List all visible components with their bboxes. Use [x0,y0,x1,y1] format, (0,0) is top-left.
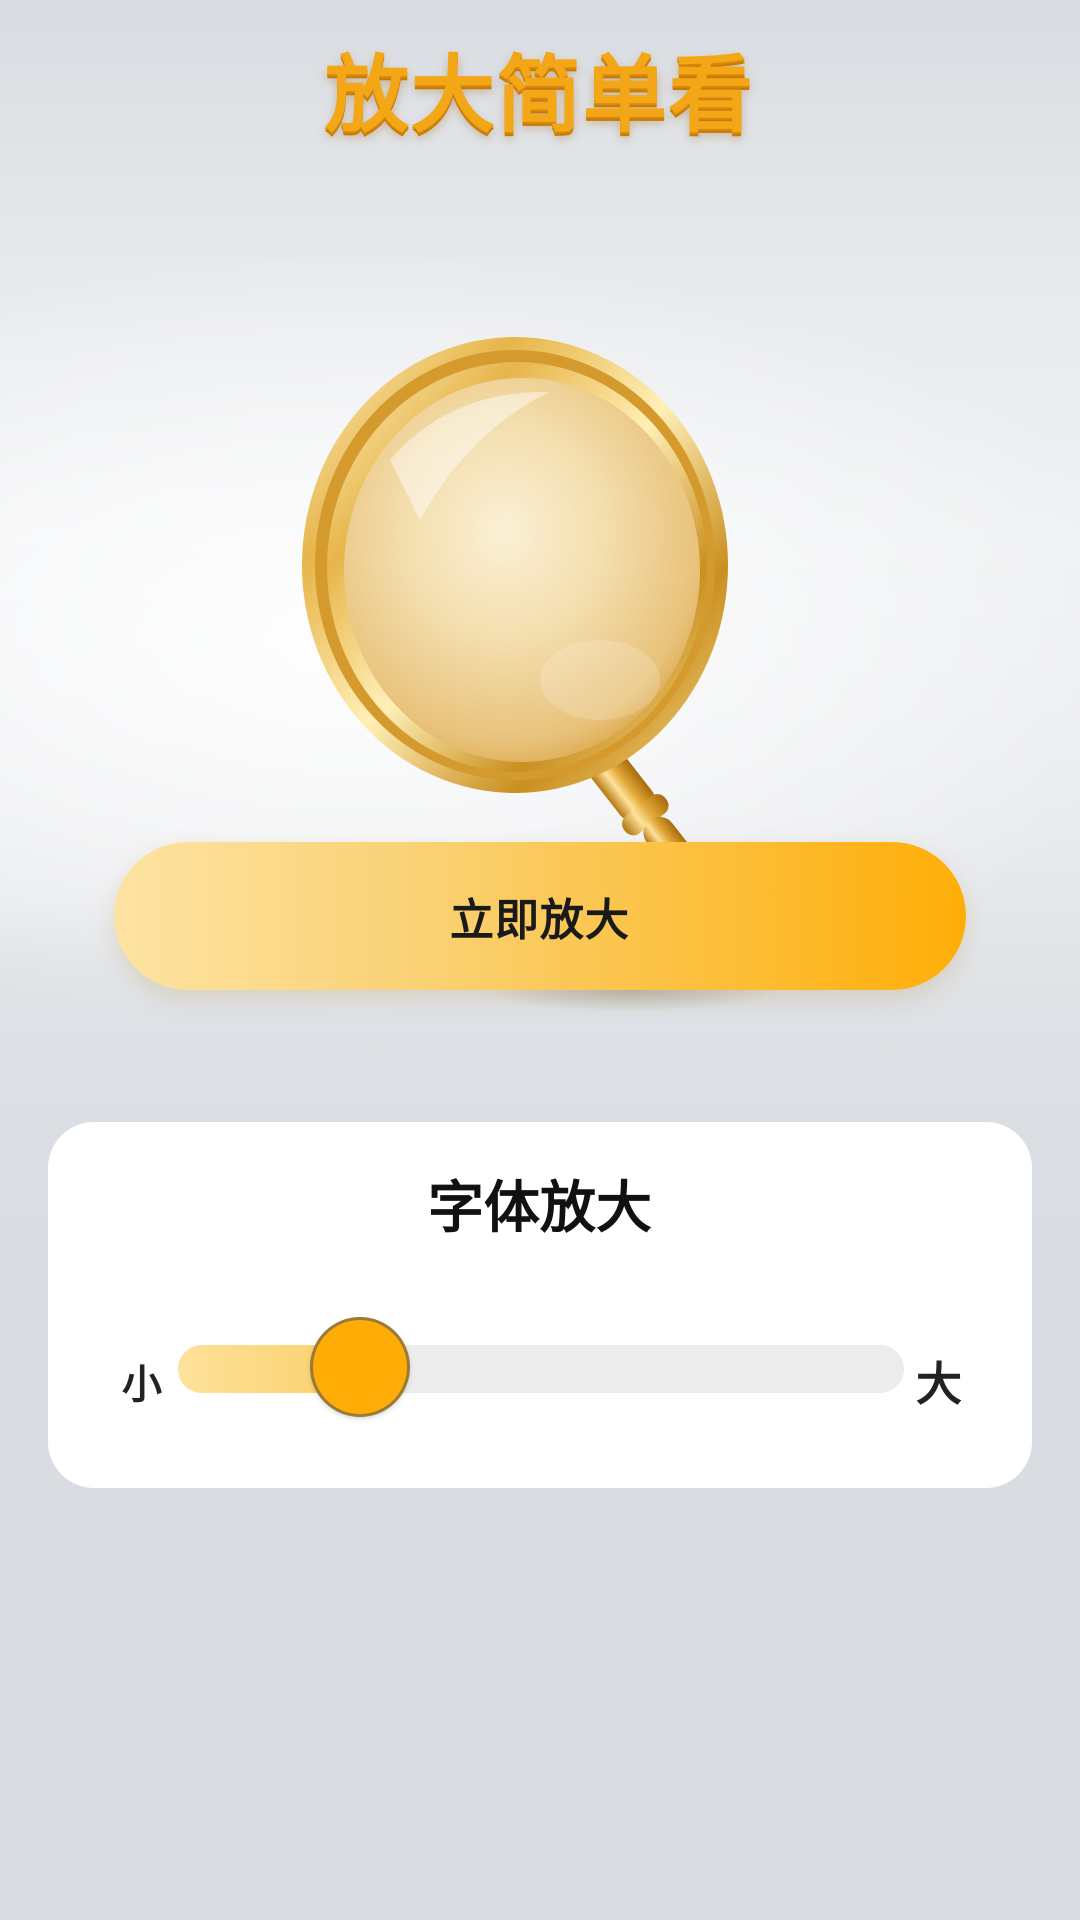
font-size-slider[interactable] [178,1317,904,1417]
slider-thumb[interactable] [309,1317,410,1417]
font-size-title: 字体放大 [428,1176,652,1241]
zoom-now-label: 立即放大 [450,895,630,946]
slider-min-label: 小 [122,1362,162,1408]
app-logo: 放大简单看 [0,40,1080,150]
font-size-card: 字体放大 小 大 [48,1122,1032,1488]
app-logo-text: 放大简单看 [325,40,755,150]
slider-max-label: 大 [916,1357,962,1411]
zoom-now-button[interactable]: 立即放大 [114,842,966,990]
